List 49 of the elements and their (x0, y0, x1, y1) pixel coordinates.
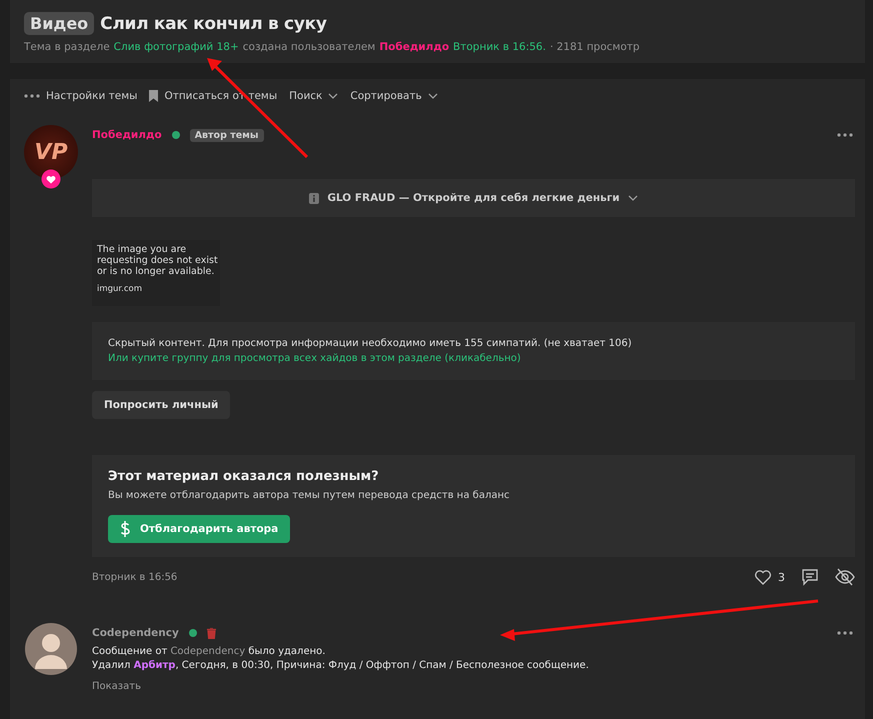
thank-author-button[interactable]: Отблагодарить автора (108, 515, 290, 543)
meta-text: Тема в разделе (24, 41, 110, 53)
request-button[interactable]: Попросить личный (92, 391, 230, 419)
moderator-link[interactable]: Арбитр (134, 660, 176, 671)
image-text: or is no longer available. (97, 266, 215, 277)
toolbar-button[interactable]: Сортировать (350, 90, 438, 102)
chevron-down-icon (628, 195, 638, 201)
info-icon (309, 192, 320, 204)
user-avatar-icon (25, 623, 77, 675)
more-icon[interactable] (837, 631, 853, 635)
post-date: Вторник в 16:56 (92, 572, 178, 582)
forum-link[interactable]: Слив фотографий 18+ (114, 41, 239, 53)
show-link[interactable]: Показать (92, 681, 141, 692)
username[interactable]: Победилдо (92, 129, 162, 141)
more-icon[interactable] (837, 133, 853, 137)
toolbar-button[interactable]: Настройки темы (24, 90, 138, 102)
thread-date: Вторник в 16:56. (453, 41, 546, 53)
meta-text: создана пользователем (242, 41, 376, 53)
user-link[interactable]: Codependency (170, 646, 246, 657)
user-avatar[interactable]: VP (24, 125, 78, 179)
thanks-title: Этот материал оказался полезным? (108, 469, 380, 484)
bookmark-icon (149, 90, 158, 102)
author-badge: Автор темы (190, 128, 264, 142)
eye-off-icon[interactable] (835, 568, 855, 586)
heart-icon (754, 569, 772, 585)
toolbar-button[interactable]: Поиск (289, 90, 338, 102)
deletion-reason: Удалил Арбитр, Сегодня, в 00:30, Причина: Флуд / Оффтоп / Спам / Бесполезное сообщение. (92, 660, 590, 671)
image-text: requesting does not exist (97, 255, 215, 266)
more-icon (24, 94, 40, 98)
avatar-logo-text: VP (34, 140, 68, 164)
chevron-down-icon (328, 93, 338, 99)
dollar-icon (120, 521, 130, 537)
like-button[interactable]: 3 (754, 569, 785, 585)
thread-prefix[interactable]: Видео (24, 12, 94, 35)
ad-banner[interactable]: GLO FRAUD — Откройте для себя легкие деньги (92, 179, 855, 217)
view-count: · 2181 просмотр (550, 41, 640, 53)
comment-icon[interactable] (801, 568, 819, 586)
buy-group-link[interactable]: Или купите группу для просмотра всех хайдов в этом разделе (кликабельно) (108, 353, 521, 364)
username[interactable]: Codependency (92, 627, 179, 639)
image-text: imgur.com (97, 284, 143, 295)
trash-icon (206, 628, 216, 638)
deleted-notice: Сообщение от Codependency было удалено. (92, 646, 326, 657)
hidden-content-text: Скрытый контент. Для просмотра информации необходимо иметь 155 симпатий. (не хватает 106) Или купите группу для просмотра всех хайдов в этом разделе (кликабельно) (108, 337, 633, 366)
thanks-text: Вы можете отблагодарить автора темы путем перевода средств на баланс (108, 490, 510, 501)
author-link[interactable]: Победилдо (379, 41, 450, 53)
chevron-down-icon (428, 93, 438, 99)
heart-badge-icon (41, 169, 61, 189)
image-text: The image you are (97, 244, 188, 255)
thread-title: Слил как кончил в суку (100, 14, 327, 34)
